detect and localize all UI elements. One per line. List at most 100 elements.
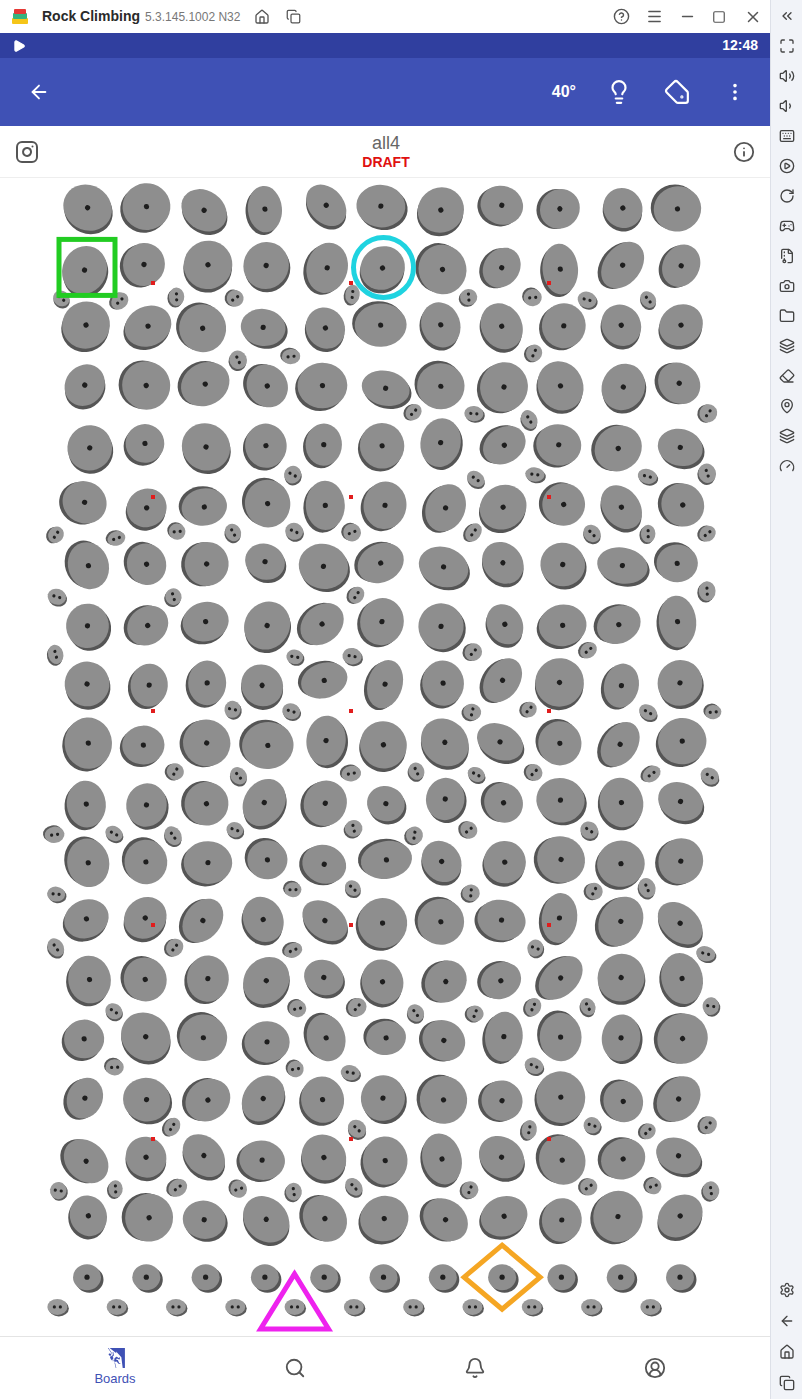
- screenshot-icon[interactable]: [779, 278, 795, 294]
- small-hold[interactable]: [636, 467, 660, 488]
- hold[interactable]: [119, 1074, 177, 1129]
- hold[interactable]: [170, 296, 232, 358]
- hold[interactable]: [296, 178, 356, 238]
- tag-icon[interactable]: [664, 79, 690, 105]
- hold[interactable]: [192, 1264, 223, 1293]
- hold[interactable]: [55, 356, 115, 417]
- hold[interactable]: [170, 351, 238, 416]
- android-home-icon[interactable]: [779, 1344, 795, 1360]
- small-hold[interactable]: [343, 1116, 371, 1144]
- hold[interactable]: [472, 180, 528, 233]
- small-hold[interactable]: [163, 1174, 191, 1201]
- small-hold[interactable]: [575, 290, 599, 312]
- small-hold[interactable]: [223, 699, 244, 721]
- hold[interactable]: [132, 1264, 163, 1293]
- small-hold[interactable]: [339, 1064, 362, 1084]
- hold[interactable]: [62, 952, 116, 1010]
- hold[interactable]: [533, 774, 591, 828]
- small-hold[interactable]: [694, 1112, 721, 1139]
- hold[interactable]: [470, 716, 532, 771]
- hold[interactable]: [411, 1010, 473, 1071]
- hold[interactable]: [293, 892, 357, 953]
- nav-item[interactable]: [385, 1337, 565, 1399]
- hold[interactable]: [417, 658, 468, 712]
- hold[interactable]: [303, 423, 343, 468]
- small-hold[interactable]: [343, 583, 367, 608]
- hold[interactable]: [175, 1010, 229, 1063]
- small-hold[interactable]: [575, 638, 600, 663]
- hold[interactable]: [415, 600, 470, 655]
- small-hold[interactable]: [221, 285, 246, 310]
- hold[interactable]: [471, 953, 528, 1008]
- hold[interactable]: [591, 297, 650, 357]
- hold[interactable]: [594, 543, 653, 591]
- android-back-icon[interactable]: [779, 1313, 795, 1329]
- hold[interactable]: [239, 538, 293, 589]
- small-hold[interactable]: [283, 1182, 303, 1204]
- hold[interactable]: [172, 1126, 235, 1189]
- hold[interactable]: [172, 531, 237, 596]
- small-hold[interactable]: [104, 1057, 124, 1075]
- location-icon[interactable]: [779, 398, 795, 414]
- small-hold[interactable]: [284, 1058, 304, 1079]
- hold[interactable]: [653, 948, 709, 1012]
- hold[interactable]: [470, 894, 529, 947]
- hold[interactable]: [293, 773, 354, 835]
- hold[interactable]: [60, 1018, 105, 1062]
- hold[interactable]: [349, 713, 417, 781]
- hold[interactable]: [488, 1264, 518, 1293]
- hold[interactable]: [172, 180, 238, 243]
- hold[interactable]: [538, 242, 580, 298]
- hold[interactable]: [415, 414, 468, 474]
- hold[interactable]: [654, 594, 699, 652]
- hold[interactable]: [591, 837, 649, 894]
- hold[interactable]: [243, 184, 284, 236]
- hold[interactable]: [597, 660, 643, 714]
- hold[interactable]: [650, 653, 712, 716]
- small-hold[interactable]: [403, 1299, 425, 1317]
- hold[interactable]: [533, 537, 593, 596]
- hold[interactable]: [593, 1072, 649, 1130]
- hold[interactable]: [120, 836, 168, 886]
- hold[interactable]: [529, 1067, 591, 1131]
- hold[interactable]: [534, 602, 590, 653]
- hold[interactable]: [171, 414, 241, 484]
- hold[interactable]: [648, 893, 713, 956]
- hold[interactable]: [235, 354, 296, 416]
- small-hold[interactable]: [160, 934, 186, 961]
- hold[interactable]: [537, 1010, 583, 1062]
- hold[interactable]: [183, 954, 230, 1005]
- folder-icon[interactable]: [779, 308, 795, 324]
- layers-icon[interactable]: [779, 428, 795, 444]
- small-hold[interactable]: [694, 461, 719, 487]
- hold[interactable]: [651, 237, 707, 296]
- small-hold[interactable]: [403, 825, 424, 847]
- small-hold[interactable]: [521, 341, 545, 365]
- small-hold[interactable]: [635, 1119, 659, 1143]
- hold[interactable]: [528, 1126, 593, 1193]
- small-hold[interactable]: [520, 995, 544, 1020]
- hold[interactable]: [653, 424, 709, 474]
- small-hold[interactable]: [341, 1175, 367, 1202]
- hold[interactable]: [291, 1126, 357, 1193]
- hold[interactable]: [234, 593, 301, 662]
- hold[interactable]: [359, 655, 409, 715]
- small-hold[interactable]: [344, 1299, 366, 1317]
- small-hold[interactable]: [45, 587, 69, 609]
- hold[interactable]: [295, 362, 348, 411]
- hold[interactable]: [233, 890, 293, 953]
- hold[interactable]: [114, 236, 171, 294]
- settings-icon[interactable]: [779, 1282, 795, 1298]
- hold[interactable]: [347, 533, 410, 592]
- hold[interactable]: [64, 602, 114, 653]
- hold[interactable]: [354, 183, 409, 232]
- small-hold[interactable]: [639, 525, 655, 545]
- small-hold[interactable]: [167, 287, 185, 307]
- small-hold[interactable]: [462, 1299, 484, 1317]
- hold[interactable]: [358, 478, 410, 534]
- hold[interactable]: [590, 477, 652, 540]
- back-arrow-icon[interactable]: [28, 81, 50, 103]
- hold[interactable]: [370, 1264, 401, 1293]
- hold[interactable]: [176, 482, 230, 530]
- hold[interactable]: [51, 472, 114, 534]
